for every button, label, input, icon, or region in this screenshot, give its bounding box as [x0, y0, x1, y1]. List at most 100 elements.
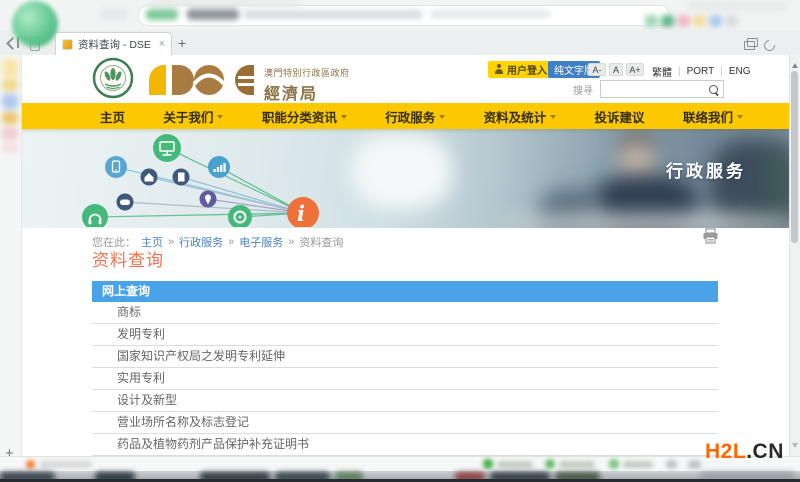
table-row-design-model[interactable]: 设计及新型 — [92, 390, 718, 412]
blurred-url-path — [430, 10, 550, 18]
nav-label: 联络我们 — [682, 110, 733, 125]
blurred-bookmark-icon — [2, 143, 18, 153]
table-row-trademark[interactable]: 商标 — [92, 302, 718, 324]
blurred-status-icon — [666, 460, 677, 469]
watermark-brand: H2L — [705, 440, 747, 463]
separator: | — [720, 66, 723, 77]
blurred-status-icon — [609, 459, 619, 469]
blurred-status-text — [559, 461, 595, 468]
row-label: 实用专利 — [117, 371, 166, 385]
hub-node-home — [140, 168, 158, 186]
scrollbar-thumb[interactable] — [791, 71, 798, 243]
blurred-extension-icon — [725, 15, 738, 27]
table-row-utility-patent[interactable]: 实用专利 — [92, 368, 718, 390]
blurred-bookmark-icon — [2, 79, 18, 91]
browser-window: 资料查询 - DSE × + + 澳門特別行政區政府 經濟局 用户登入 纯文字版… — [0, 0, 800, 482]
blurred-bookmark-icon — [2, 59, 18, 77]
row-label: 营业场所名称及标志登记 — [117, 415, 250, 429]
blurred-status-text — [497, 461, 533, 468]
breadcrumb-separator: » — [288, 236, 295, 248]
bookmarks-sidebar: + — [0, 55, 22, 462]
blurred-extension-icon — [709, 15, 722, 27]
blurred-extension-icon — [693, 15, 706, 27]
nav-item-data-statistics[interactable]: 资料及统计 — [484, 107, 557, 126]
blurred-status-icon — [483, 459, 493, 469]
font-size-normal-button[interactable]: A — [609, 63, 623, 76]
hub-node-signal — [208, 156, 230, 178]
chevron-down-icon — [439, 114, 446, 122]
nav-item-home[interactable]: 主页 — [100, 107, 125, 126]
nav-item-about[interactable]: 关于我们 — [163, 107, 224, 126]
table-row-pharma-certificate[interactable]: 药品及植物药剂产品保护补充证明书 — [92, 434, 718, 456]
banner: i 行政服务 — [22, 129, 789, 228]
table-row-patent-extension[interactable]: 国家知识产权局之发明专利延伸 — [92, 346, 718, 368]
user-login-button[interactable]: 用户登入 — [488, 61, 554, 78]
hub-node-document — [172, 168, 190, 186]
macau-government-seal — [92, 57, 134, 99]
breadcrumb-link-admin-services[interactable]: 行政服务 — [179, 234, 223, 250]
main-nav: 主页 关于我们 职能分类资讯 行政服务 资料及统计 投诉建议 联络我们 — [22, 103, 789, 129]
banner-photo-blur — [766, 141, 789, 227]
blurred-title-text — [150, 0, 300, 6]
nav-label: 关于我们 — [163, 110, 214, 125]
font-size-increase-button[interactable]: A+ — [626, 63, 644, 76]
browser-toolbar — [0, 0, 800, 30]
restore-tabs-icon[interactable] — [744, 38, 758, 50]
chevron-down-icon — [340, 114, 347, 122]
font-size-decrease-button[interactable]: A- — [588, 63, 606, 76]
row-label: 发明专利 — [117, 327, 166, 341]
nav-item-info-by-function[interactable]: 职能分类资讯 — [262, 107, 347, 126]
nav-label: 主页 — [100, 110, 126, 125]
blurred-https-text — [146, 9, 178, 20]
table-header: 网上查询 — [92, 281, 718, 302]
page-scrollbar[interactable] — [789, 55, 800, 456]
breadcrumb-link-e-services[interactable]: 电子服务 — [239, 234, 283, 250]
scroll-up-icon[interactable] — [792, 60, 798, 68]
row-label: 设计及新型 — [117, 393, 178, 407]
table-row-business-name[interactable]: 营业场所名称及标志登记 — [92, 412, 718, 434]
row-label: 药品及植物药剂产品保护补充证明书 — [117, 437, 310, 451]
row-label: 国家知识产权局之发明专利延伸 — [117, 349, 286, 363]
nav-item-admin-services[interactable]: 行政服务 — [385, 107, 446, 126]
lang-link-traditional[interactable]: 繁體 — [652, 64, 672, 79]
blurred-extension-icon — [677, 15, 690, 27]
search-input[interactable] — [601, 83, 709, 95]
tab-query[interactable]: 资料查询 - DSE × — [55, 32, 172, 55]
tab-favicon-icon — [62, 38, 73, 50]
hub-node-gamepad — [116, 193, 134, 211]
lang-link-portuguese[interactable]: PORT — [687, 66, 715, 77]
new-tab-button[interactable]: + — [178, 36, 186, 50]
search-box — [600, 80, 724, 98]
watermark: H2L.CN — [705, 440, 784, 464]
user-icon — [495, 64, 503, 75]
row-label: 商标 — [117, 305, 142, 319]
banner-photo-blur — [352, 134, 452, 209]
breadcrumb-separator: » — [228, 236, 235, 248]
lang-link-english[interactable]: ENG — [729, 66, 751, 77]
hub-center: i — [287, 197, 319, 227]
blurred-domain-text — [187, 9, 239, 20]
print-button[interactable] — [702, 228, 719, 244]
chevron-down-icon — [550, 114, 557, 122]
nav-label: 投诉建议 — [594, 110, 645, 125]
nav-label: 行政服务 — [385, 110, 436, 125]
search-label: 搜寻 — [573, 86, 593, 97]
blurred-block — [100, 8, 128, 21]
blurred-status-icon — [545, 459, 555, 469]
page-title: 资料查询 — [92, 251, 164, 270]
scroll-down-icon[interactable] — [792, 443, 798, 451]
tab-close-icon[interactable]: × — [159, 38, 165, 50]
browser-status-bar — [0, 456, 800, 472]
hub-node-location — [199, 190, 217, 208]
nav-item-complaints[interactable]: 投诉建议 — [595, 107, 645, 126]
browser-logo-icon[interactable] — [12, 1, 58, 47]
bureau-name: 經濟局 — [264, 86, 319, 103]
separator: | — [678, 66, 681, 77]
breadcrumb-current: 资料查询 — [299, 237, 344, 249]
nav-item-contact[interactable]: 联络我们 — [683, 107, 743, 126]
search-icon[interactable] — [709, 84, 718, 94]
chevron-down-icon — [736, 114, 743, 122]
blurred-status-text — [40, 461, 92, 468]
table-row-invention-patent[interactable]: 发明专利 — [92, 324, 718, 346]
language-switcher: 繁體 | PORT | ENG — [652, 64, 751, 79]
